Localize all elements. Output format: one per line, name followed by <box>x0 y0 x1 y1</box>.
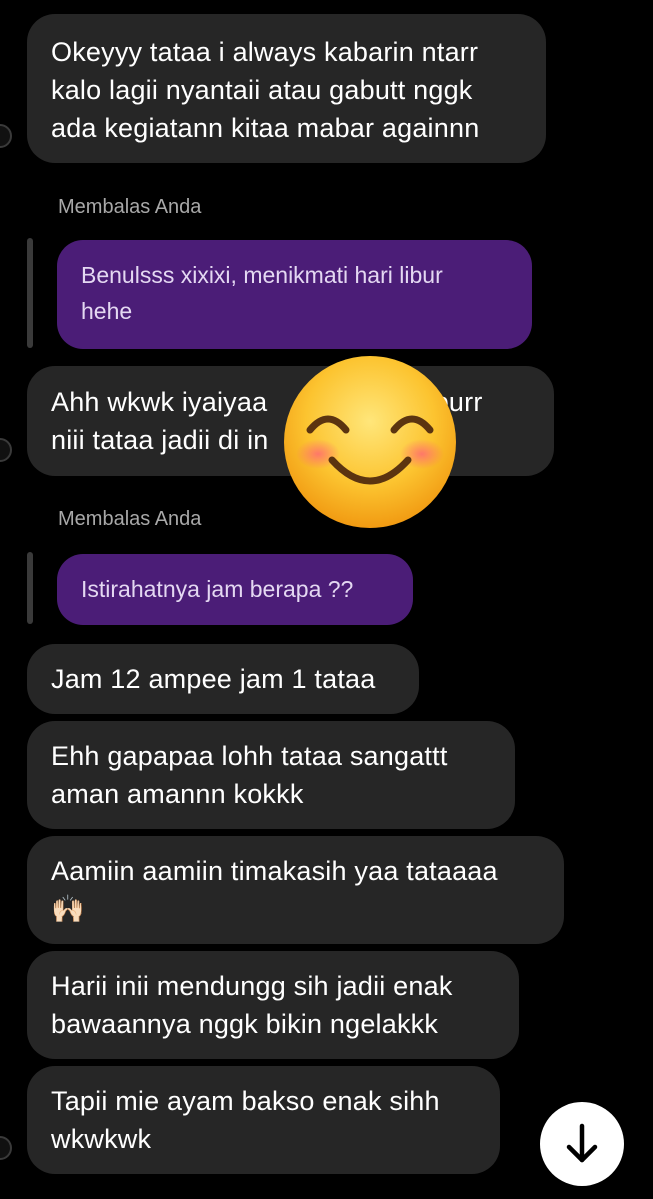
message-bubble[interactable]: Jam 12 ampee jam 1 tataa <box>27 644 419 714</box>
smiling-face-emoji-icon <box>284 356 456 528</box>
reply-label: Membalas Anda <box>58 196 202 218</box>
chat-thread: Okeyyy tataa i always kabarin ntarr kalo… <box>0 0 653 1199</box>
scroll-to-bottom-button[interactable] <box>540 1102 624 1186</box>
avatar[interactable] <box>0 124 12 148</box>
message-bubble[interactable]: Tapii mie ayam bakso enak sihh wkwkwk <box>27 1066 500 1174</box>
quoted-message[interactable]: Benulsss xixixi, menikmati hari libur he… <box>57 240 532 349</box>
message-bubble[interactable]: Okeyyy tataa i always kabarin ntarr kalo… <box>27 14 546 163</box>
quoted-message[interactable]: Istirahatnya jam berapa ?? <box>57 554 413 625</box>
message-bubble[interactable]: Harii inii mendungg sih jadii enak bawaa… <box>27 951 519 1059</box>
reply-bar <box>27 238 33 348</box>
avatar[interactable] <box>0 438 12 462</box>
avatar[interactable] <box>0 1136 12 1160</box>
message-bubble[interactable]: Aamiin aamiin timakasih yaa tataaaa 🙌🏻 <box>27 836 564 944</box>
reply-label: Membalas Anda <box>58 508 202 530</box>
message-bubble[interactable]: Ehh gapapaa lohh tataa sangattt aman ama… <box>27 721 515 829</box>
arrow-down-icon <box>566 1123 598 1163</box>
reply-bar <box>27 552 33 624</box>
